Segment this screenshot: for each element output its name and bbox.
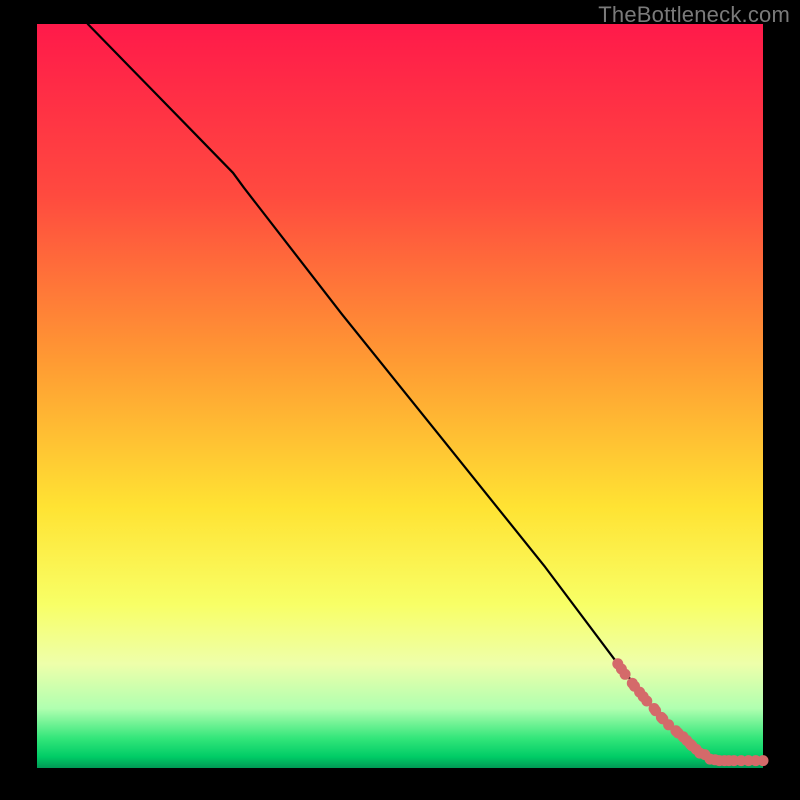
chart-stage: { "attribution": "TheBottleneck.com", "c… — [0, 0, 800, 800]
marker-point — [758, 755, 769, 766]
plot-area-gradient — [37, 24, 763, 768]
bottleneck-chart — [0, 0, 800, 800]
attribution-label: TheBottleneck.com — [598, 2, 790, 28]
marker-point — [620, 669, 631, 680]
